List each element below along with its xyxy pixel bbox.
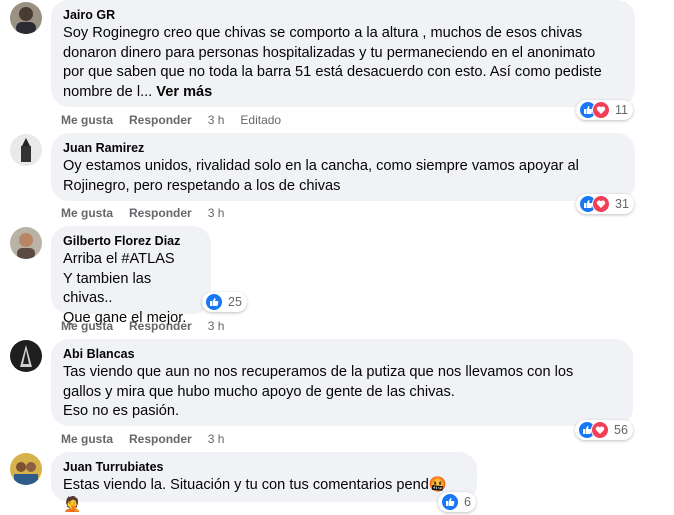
- comment-actions: Me gusta Responder 3 h: [61, 206, 240, 220]
- like-button[interactable]: Me gusta: [61, 432, 113, 446]
- avatar-image: [10, 340, 42, 372]
- timestamp[interactable]: 3 h: [208, 206, 225, 220]
- comment-text: Tas viendo que aun no nos recuperamos de…: [63, 364, 574, 419]
- reply-button[interactable]: Responder: [129, 319, 192, 333]
- comment-author[interactable]: Gilberto Florez Diaz: [63, 233, 199, 249]
- see-more-link[interactable]: Ver más: [156, 84, 212, 100]
- comment-bubble: Gilberto Florez Diaz Arriba el #ATLAS Y …: [51, 226, 211, 326]
- comment-actions: Me gusta Responder 3 h: [61, 319, 240, 333]
- timestamp[interactable]: 3 h: [208, 319, 225, 333]
- reply-button[interactable]: Responder: [129, 113, 192, 127]
- comment-bubble: Jairo GR Soy Roginegro creo que chivas s…: [51, 0, 635, 107]
- timestamp[interactable]: 3 h: [208, 432, 225, 446]
- love-reaction-icon: [592, 195, 610, 213]
- reactions-summary[interactable]: 31: [576, 194, 634, 214]
- like-button[interactable]: Me gusta: [61, 206, 113, 220]
- reaction-count: 31: [615, 197, 629, 211]
- reaction-count: 25: [228, 295, 242, 309]
- comment-text: Estas viendo la. Situación y tu con tus …: [63, 477, 448, 513]
- avatar-image: [10, 453, 42, 485]
- edited-label: Editado: [240, 113, 282, 127]
- comment-text: Arriba el #ATLAS Y tambien las chivas.. …: [63, 251, 187, 326]
- comment-actions: Me gusta Responder 3 h: [61, 432, 240, 446]
- reply-button[interactable]: Responder: [129, 432, 192, 446]
- reactions-summary[interactable]: 25: [202, 292, 247, 312]
- comment-actions: Me gusta Responder 3 h Editado: [61, 113, 281, 127]
- reaction-count: 56: [614, 423, 628, 437]
- love-reaction-icon: [591, 421, 609, 439]
- reaction-count: 11: [615, 103, 628, 117]
- avatar[interactable]: [10, 453, 42, 485]
- comment-author[interactable]: Abi Blancas: [63, 346, 621, 362]
- comment-bubble: Juan Ramirez Oy estamos unidos, rivalida…: [51, 133, 635, 201]
- avatar[interactable]: [10, 134, 42, 166]
- like-reaction-icon: [441, 493, 459, 511]
- avatar-image: [10, 2, 42, 34]
- comment-text: Soy Roginegro creo que chivas se comport…: [63, 25, 602, 100]
- avatar[interactable]: [10, 2, 42, 34]
- avatar[interactable]: [10, 227, 42, 259]
- comment-bubble: Juan Turrubiates Estas viendo la. Situac…: [51, 452, 477, 513]
- reaction-count: 6: [464, 495, 471, 509]
- comment-author[interactable]: Juan Turrubiates: [63, 459, 465, 475]
- comment-text: Oy estamos unidos, rivalidad solo en la …: [63, 158, 579, 194]
- like-button[interactable]: Me gusta: [61, 113, 113, 127]
- comment-bubble: Abi Blancas Tas viendo que aun no nos re…: [51, 339, 633, 426]
- timestamp[interactable]: 3 h: [208, 113, 225, 127]
- avatar-image: [10, 227, 42, 259]
- reactions-summary[interactable]: 6: [438, 492, 476, 512]
- love-reaction-icon: [592, 101, 610, 119]
- like-button[interactable]: Me gusta: [61, 319, 113, 333]
- reactions-summary[interactable]: 11: [576, 100, 633, 120]
- reactions-summary[interactable]: 56: [575, 420, 633, 440]
- avatar-image: [10, 134, 42, 166]
- comment-author[interactable]: Juan Ramirez: [63, 140, 623, 156]
- like-reaction-icon: [205, 293, 223, 311]
- avatar[interactable]: [10, 340, 42, 372]
- reply-button[interactable]: Responder: [129, 206, 192, 220]
- comment-author[interactable]: Jairo GR: [63, 7, 623, 23]
